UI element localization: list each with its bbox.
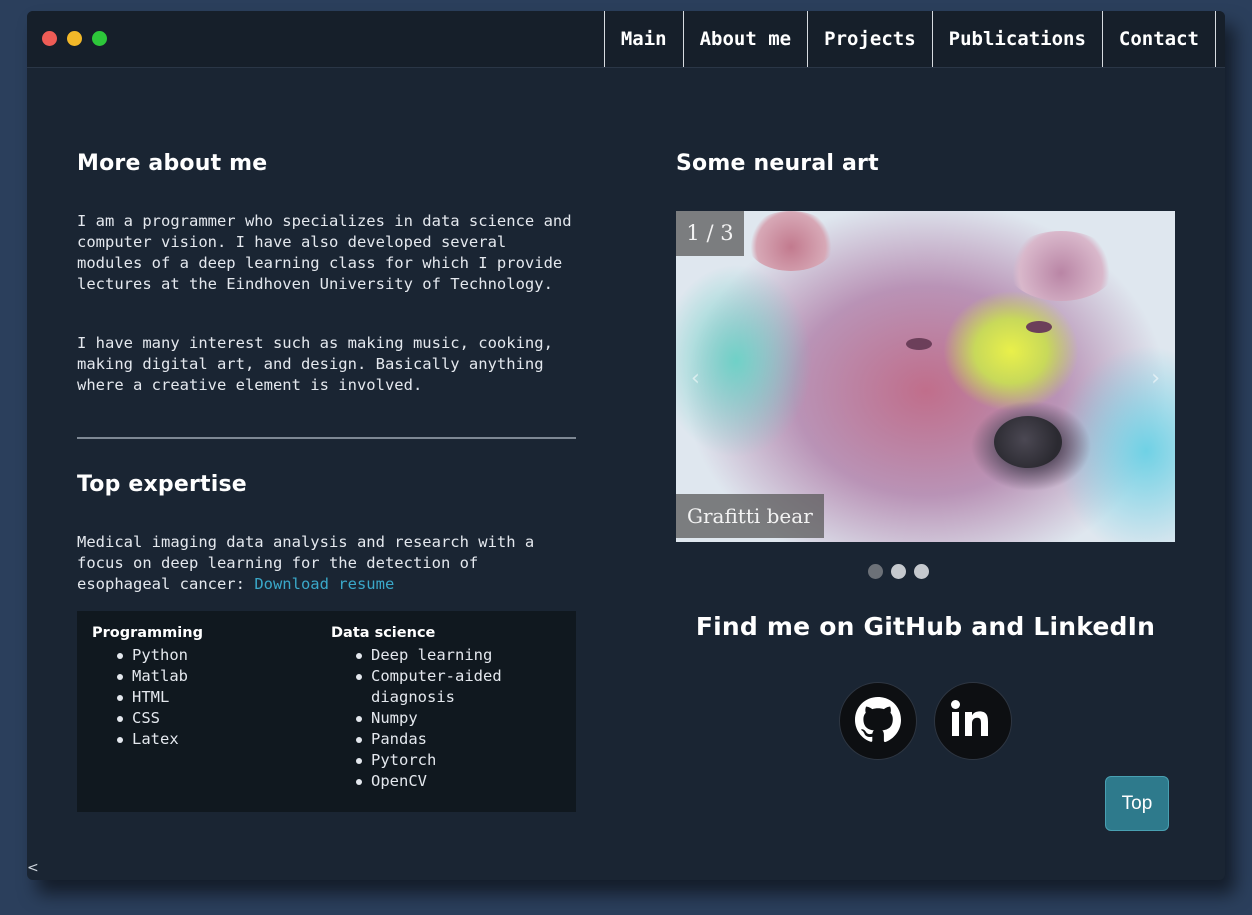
slide-next-icon[interactable]: › [1151,366,1160,391]
list-item: OpenCV [356,771,526,792]
title-bar: Main About me Projects Publications Cont… [27,11,1225,68]
scroll-top-button[interactable]: Top [1105,776,1169,831]
slide-dot-1[interactable] [868,564,883,579]
slide-counter: 1 / 3 [676,211,744,256]
slide-dot-3[interactable] [914,564,929,579]
maximize-window-button[interactable] [92,31,107,46]
slide-dots [868,564,929,579]
nav-projects[interactable]: Projects [807,11,932,67]
corner-glyph: < [27,860,39,876]
list-item: Computer-aided diagnosis [356,666,526,708]
nav-about-me[interactable]: About me [682,11,808,67]
list-item: Latex [117,729,287,750]
slide-prev-icon[interactable]: ‹ [691,366,700,391]
data-science-list: Deep learning Computer-aided diagnosis N… [331,645,526,792]
list-item: Pandas [356,729,526,750]
list-item: Matlab [117,666,287,687]
bear-image-eye [1026,321,1052,333]
data-science-title: Data science [331,625,436,641]
linkedin-icon[interactable] [934,682,1012,760]
skills-panel: Programming Python Matlab HTML CSS Latex… [77,611,576,812]
close-window-button[interactable] [42,31,57,46]
expertise-title: Top expertise [77,472,247,497]
bear-image-nose [994,416,1062,468]
about-paragraph-1: I am a programmer who specializes in dat… [77,212,572,293]
about-paragraph-2: I have many interest such as making musi… [77,334,553,394]
nav-main[interactable]: Main [603,11,683,67]
bear-image-ear [1006,231,1116,301]
list-item: HTML [117,687,287,708]
about-title: More about me [77,151,268,176]
main-nav: Main About me Projects Publications Cont… [603,11,1216,67]
slide-caption: Grafitti bear [676,494,824,538]
nav-publications[interactable]: Publications [931,11,1102,67]
programming-column: Programming Python Matlab HTML CSS Latex [92,625,287,750]
list-item: Numpy [356,708,526,729]
browser-window: Main About me Projects Publications Cont… [27,11,1225,880]
expertise-text: Medical imaging data analysis and resear… [77,532,577,595]
art-slideshow[interactable]: ‹ › 1 / 3 Grafitti bear [676,211,1175,542]
data-science-column: Data science Deep learning Computer-aide… [331,625,526,792]
programming-title: Programming [92,625,203,641]
slide-dot-2[interactable] [891,564,906,579]
bear-image-eye [906,338,932,350]
bear-image-ear [746,211,836,271]
art-title: Some neural art [676,151,879,176]
social-title: Find me on GitHub and LinkedIn [695,612,1156,641]
github-icon[interactable] [839,682,917,760]
list-item: CSS [117,708,287,729]
list-item: Python [117,645,287,666]
programming-list: Python Matlab HTML CSS Latex [92,645,287,750]
nav-contact[interactable]: Contact [1101,11,1216,67]
minimize-window-button[interactable] [67,31,82,46]
list-item: Pytorch [356,750,526,771]
download-resume-link[interactable]: Download resume [254,575,394,593]
section-divider [77,437,576,439]
list-item: Deep learning [356,645,526,666]
